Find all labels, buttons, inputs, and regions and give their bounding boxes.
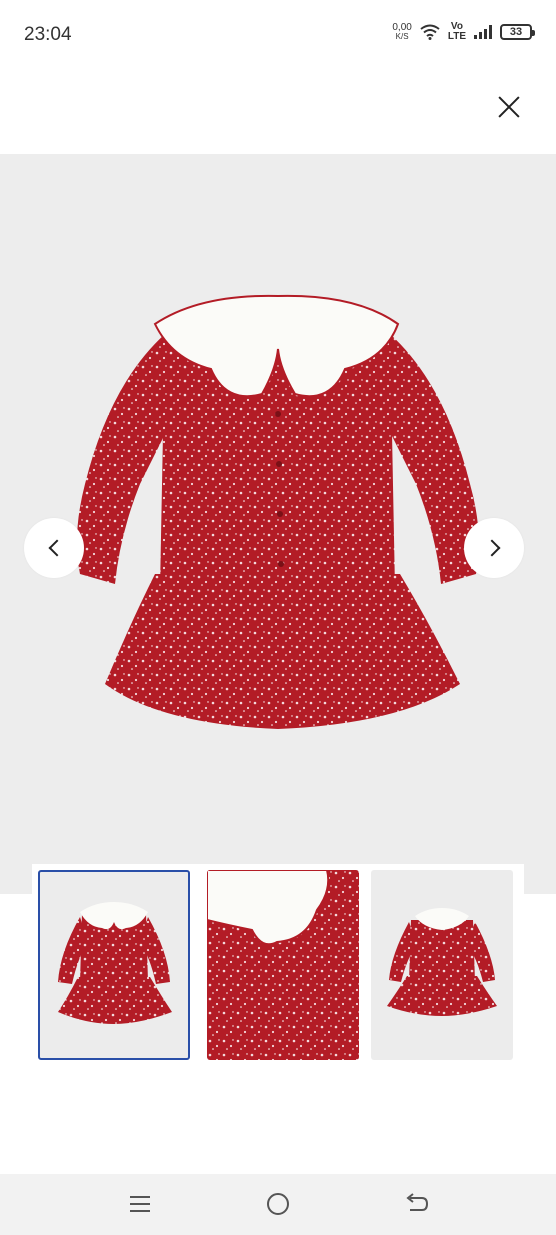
wifi-icon	[420, 24, 440, 40]
chevron-right-icon	[483, 539, 500, 557]
home-circle-icon	[267, 1193, 289, 1215]
signal-icon	[474, 25, 492, 39]
status-time: 23:04	[24, 24, 72, 45]
next-image-button[interactable]	[464, 518, 524, 578]
battery-level: 33	[509, 26, 523, 38]
system-nav-bar	[0, 1174, 556, 1235]
volte-indicator: Vo LTE	[448, 22, 466, 42]
net-speed: 0,00 K/S	[392, 22, 412, 42]
thumbnail-1[interactable]	[38, 870, 190, 1060]
menu-line-2	[130, 1203, 150, 1205]
chevron-left-icon	[48, 539, 65, 557]
thumbnail-2-image	[207, 870, 359, 1060]
thumbnail-2[interactable]	[207, 870, 359, 1060]
home-button[interactable]	[262, 1188, 294, 1220]
thumbnail-3[interactable]	[371, 870, 513, 1060]
recent-apps-button[interactable]	[124, 1188, 156, 1220]
net-speed-unit: K/S	[395, 32, 409, 41]
status-bar: 23:04 0,00 K/S Vo LTE 33	[0, 0, 556, 70]
thumbnail-1-image	[58, 902, 172, 1024]
menu-line-3	[130, 1210, 150, 1212]
top-bar	[0, 70, 556, 154]
product-image-main[interactable]	[0, 154, 556, 894]
back-button[interactable]	[400, 1188, 432, 1220]
back-icon	[406, 1193, 429, 1211]
volte-bottom: LTE	[447, 31, 466, 42]
net-speed-value: 0,00	[392, 22, 412, 33]
close-icon[interactable]	[498, 96, 520, 118]
thumbnail-3-image	[387, 908, 497, 1016]
battery-icon: 33	[500, 24, 535, 40]
dress-image	[76, 294, 479, 729]
status-icons: 0,00 K/S Vo LTE 33	[392, 22, 535, 42]
prev-image-button[interactable]	[24, 518, 84, 578]
thumbnail-strip	[32, 864, 524, 1070]
menu-line-1	[130, 1196, 150, 1198]
